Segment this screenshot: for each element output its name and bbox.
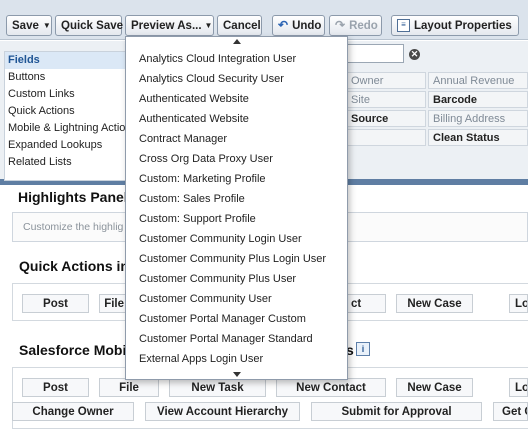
menu-item[interactable]: Customer Portal Manager Custom <box>139 309 306 329</box>
category-custom-links[interactable]: Custom Links <box>5 86 127 103</box>
menu-item[interactable]: Custom: Marketing Profile <box>139 169 266 189</box>
mobile-action-new-contact[interactable]: New Contact <box>276 378 386 397</box>
category-mobile-lightning-actions[interactable]: Mobile & Lightning Actions <box>5 120 127 137</box>
scroll-down-icon[interactable] <box>126 370 347 379</box>
field-tile-barcode[interactable]: Barcode <box>428 91 528 108</box>
action-new-case[interactable]: New Case <box>396 294 473 313</box>
quick-save-button[interactable]: Quick Save <box>55 15 123 36</box>
menu-item[interactable]: Analytics Cloud Integration User <box>139 49 296 69</box>
field-tile-source[interactable]: Source <box>346 110 426 127</box>
field-tile-billing-address[interactable]: Billing Address <box>428 110 528 127</box>
field-tile-owner[interactable]: Owner <box>346 72 426 89</box>
preview-as-label: Preview As... <box>131 19 202 32</box>
undo-icon: ↶ <box>278 18 289 32</box>
menu-item[interactable]: Customer Portal Manager Standard <box>139 329 313 349</box>
salesforce-mobile-title: Salesforce Mobil <box>19 342 131 358</box>
mobile-action-file[interactable]: File <box>99 378 159 397</box>
save-label: Save <box>12 19 39 32</box>
menu-item[interactable]: Contract Manager <box>139 129 227 149</box>
quick-find-input[interactable] <box>346 44 404 63</box>
undo-label: Undo <box>292 19 322 32</box>
palette-category-list: Fields Buttons Custom Links Quick Action… <box>4 51 128 181</box>
menu-item[interactable]: Customer Community Plus User <box>139 269 296 289</box>
layout-toolbar: Save ▼ Quick Save Preview As... ▼ Cancel… <box>0 0 528 40</box>
field-tile-annual-revenue[interactable]: Annual Revenue <box>428 72 528 89</box>
save-button[interactable]: Save ▼ <box>6 15 52 36</box>
mobile-action-submit-for-approval[interactable]: Submit for Approval <box>311 402 482 421</box>
action-new-contact[interactable]: ct <box>346 294 386 313</box>
category-related-lists[interactable]: Related Lists <box>5 154 127 171</box>
menu-item[interactable]: Custom: Sales Profile <box>139 189 245 209</box>
category-buttons[interactable]: Buttons <box>5 69 127 86</box>
category-fields[interactable]: Fields <box>5 52 127 69</box>
redo-button[interactable]: ↷ Redo <box>329 15 382 36</box>
mobile-action-change-owner[interactable]: Change Owner <box>12 402 134 421</box>
layout-properties-label: Layout Properties <box>414 19 512 32</box>
field-tile-empty <box>346 129 426 146</box>
menu-item[interactable]: Authenticated Website <box>139 109 249 129</box>
scroll-up-icon[interactable] <box>126 37 347 46</box>
field-tile-clean-status[interactable]: Clean Status <box>428 129 528 146</box>
menu-item[interactable]: Customer Community Plus Login User <box>139 249 326 269</box>
category-expanded-lookups[interactable]: Expanded Lookups <box>5 137 127 154</box>
chevron-down-icon: ▼ <box>204 21 213 30</box>
mobile-action-post[interactable]: Post <box>22 378 89 397</box>
redo-icon: ↷ <box>335 18 346 32</box>
field-tile-site[interactable]: Site <box>346 91 426 108</box>
action-more[interactable]: Lo <box>509 294 528 313</box>
mobile-action-new-case[interactable]: New Case <box>396 378 473 397</box>
preview-as-menu: Analytics Cloud Integration User Analyti… <box>125 36 348 380</box>
menu-item[interactable]: Customer Community Login User <box>139 229 302 249</box>
mobile-action-get-c[interactable]: Get C <box>493 402 528 421</box>
menu-item[interactable]: Customer Community User <box>139 289 272 309</box>
menu-item[interactable]: Custom: Support Profile <box>139 209 256 229</box>
menu-item[interactable]: Authenticated Website <box>139 89 249 109</box>
action-file[interactable]: File <box>99 294 127 313</box>
mobile-action-more[interactable]: Lo <box>509 378 528 397</box>
menu-item[interactable]: Analytics Cloud Security User <box>139 69 284 89</box>
layout-properties-button[interactable]: ≡ Layout Properties <box>391 15 519 36</box>
cancel-button[interactable]: Cancel <box>217 15 262 36</box>
undo-button[interactable]: ↶ Undo <box>272 15 325 36</box>
quick-actions-title: Quick Actions in <box>19 258 129 274</box>
clear-search-icon[interactable]: ✕ <box>409 49 420 60</box>
highlights-hint: Customize the highlig <box>23 221 124 233</box>
category-quick-actions[interactable]: Quick Actions <box>5 103 127 120</box>
highlights-panel-title: Highlights Panel <box>18 189 128 205</box>
menu-item[interactable]: Cross Org Data Proxy User <box>139 149 273 169</box>
mobile-action-new-task[interactable]: New Task <box>169 378 266 397</box>
action-post[interactable]: Post <box>22 294 89 313</box>
redo-label: Redo <box>349 19 378 32</box>
info-icon[interactable]: i <box>356 342 370 356</box>
menu-item[interactable]: External Apps Login User <box>139 349 263 369</box>
properties-icon: ≡ <box>397 19 410 32</box>
mobile-action-view-account-hierarchy[interactable]: View Account Hierarchy <box>145 402 300 421</box>
preview-as-button[interactable]: Preview As... ▼ <box>125 15 214 36</box>
chevron-down-icon: ▼ <box>42 21 51 30</box>
